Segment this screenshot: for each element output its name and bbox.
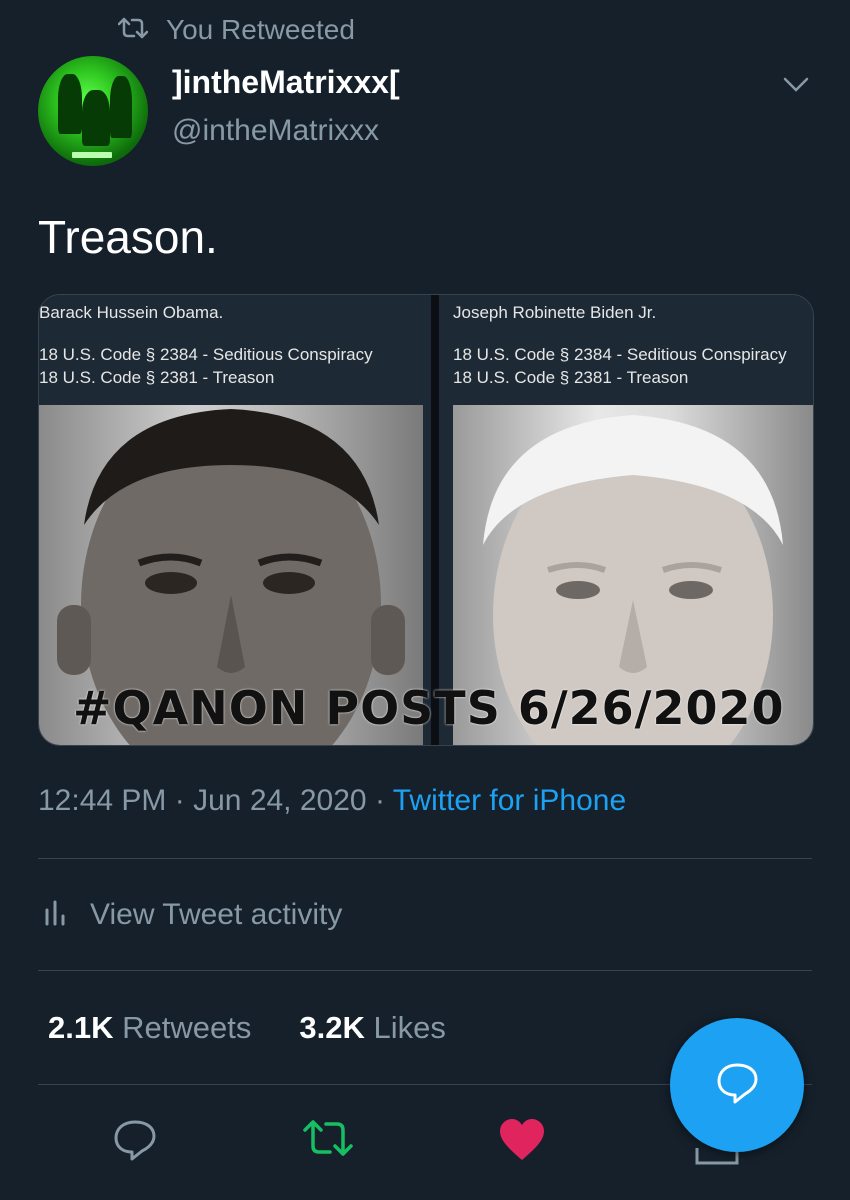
- view-tweet-activity[interactable]: View Tweet activity: [44, 896, 342, 934]
- left-code-line-1: 18 U.S. Code § 2384 - Seditious Conspira…: [39, 345, 373, 364]
- retweets-count: 2.1K: [48, 1010, 114, 1045]
- likes-label: Likes: [373, 1010, 446, 1045]
- display-name[interactable]: ]intheMatrixxx[: [172, 64, 400, 101]
- retweets-label: Retweets: [122, 1010, 252, 1045]
- view-tweet-activity-label: View Tweet activity: [90, 898, 343, 931]
- right-code-line-2: 18 U.S. Code § 2381 - Treason: [453, 368, 689, 387]
- tweet-meta: 12:44 PM · Jun 24, 2020 · Twitter for iP…: [38, 784, 626, 818]
- divider: [38, 858, 812, 859]
- right-panel-name: Joseph Robinette Biden Jr.: [453, 303, 657, 322]
- left-panel-name: Barack Hussein Obama.: [39, 303, 224, 322]
- retweet-context-label: You Retweeted: [166, 14, 355, 45]
- chevron-down-icon[interactable]: [782, 76, 810, 99]
- meta-separator: ·: [174, 784, 185, 817]
- tweet-source-link[interactable]: Twitter for iPhone: [393, 784, 626, 817]
- compose-reply-button[interactable]: [670, 1018, 804, 1152]
- likes-stat[interactable]: 3.2K Likes: [299, 1010, 445, 1046]
- avatar[interactable]: [38, 56, 148, 166]
- retweet-icon[interactable]: [302, 1118, 354, 1163]
- compose-reply-icon: [714, 1060, 760, 1111]
- tweet-text: Treason.: [38, 211, 218, 263]
- tweet-time: 12:44 PM: [38, 784, 167, 817]
- handle[interactable]: @intheMatrixxx: [172, 114, 379, 148]
- reply-icon[interactable]: [112, 1118, 158, 1167]
- bar-chart-icon: [44, 896, 70, 934]
- tweet-date: Jun 24, 2020: [193, 784, 367, 817]
- likes-count: 3.2K: [299, 1010, 365, 1045]
- heart-icon[interactable]: [498, 1118, 546, 1167]
- meta-separator: ·: [374, 784, 385, 817]
- tweet-stats: 2.1K Retweets 3.2K Likes: [48, 1010, 446, 1046]
- divider: [38, 970, 812, 971]
- tweet-media[interactable]: Barack Hussein Obama. 18 U.S. Code § 238…: [38, 294, 814, 746]
- retweet-context: You Retweeted: [117, 14, 355, 46]
- media-overlay-text: #QANON POSTS 6/26/2020: [73, 681, 785, 735]
- media-divider: [431, 295, 439, 745]
- retweets-stat[interactable]: 2.1K Retweets: [48, 1010, 251, 1046]
- retweet-icon: [117, 14, 149, 46]
- left-code-line-2: 18 U.S. Code § 2381 - Treason: [39, 368, 275, 387]
- right-code-line-1: 18 U.S. Code § 2384 - Seditious Conspira…: [453, 345, 787, 364]
